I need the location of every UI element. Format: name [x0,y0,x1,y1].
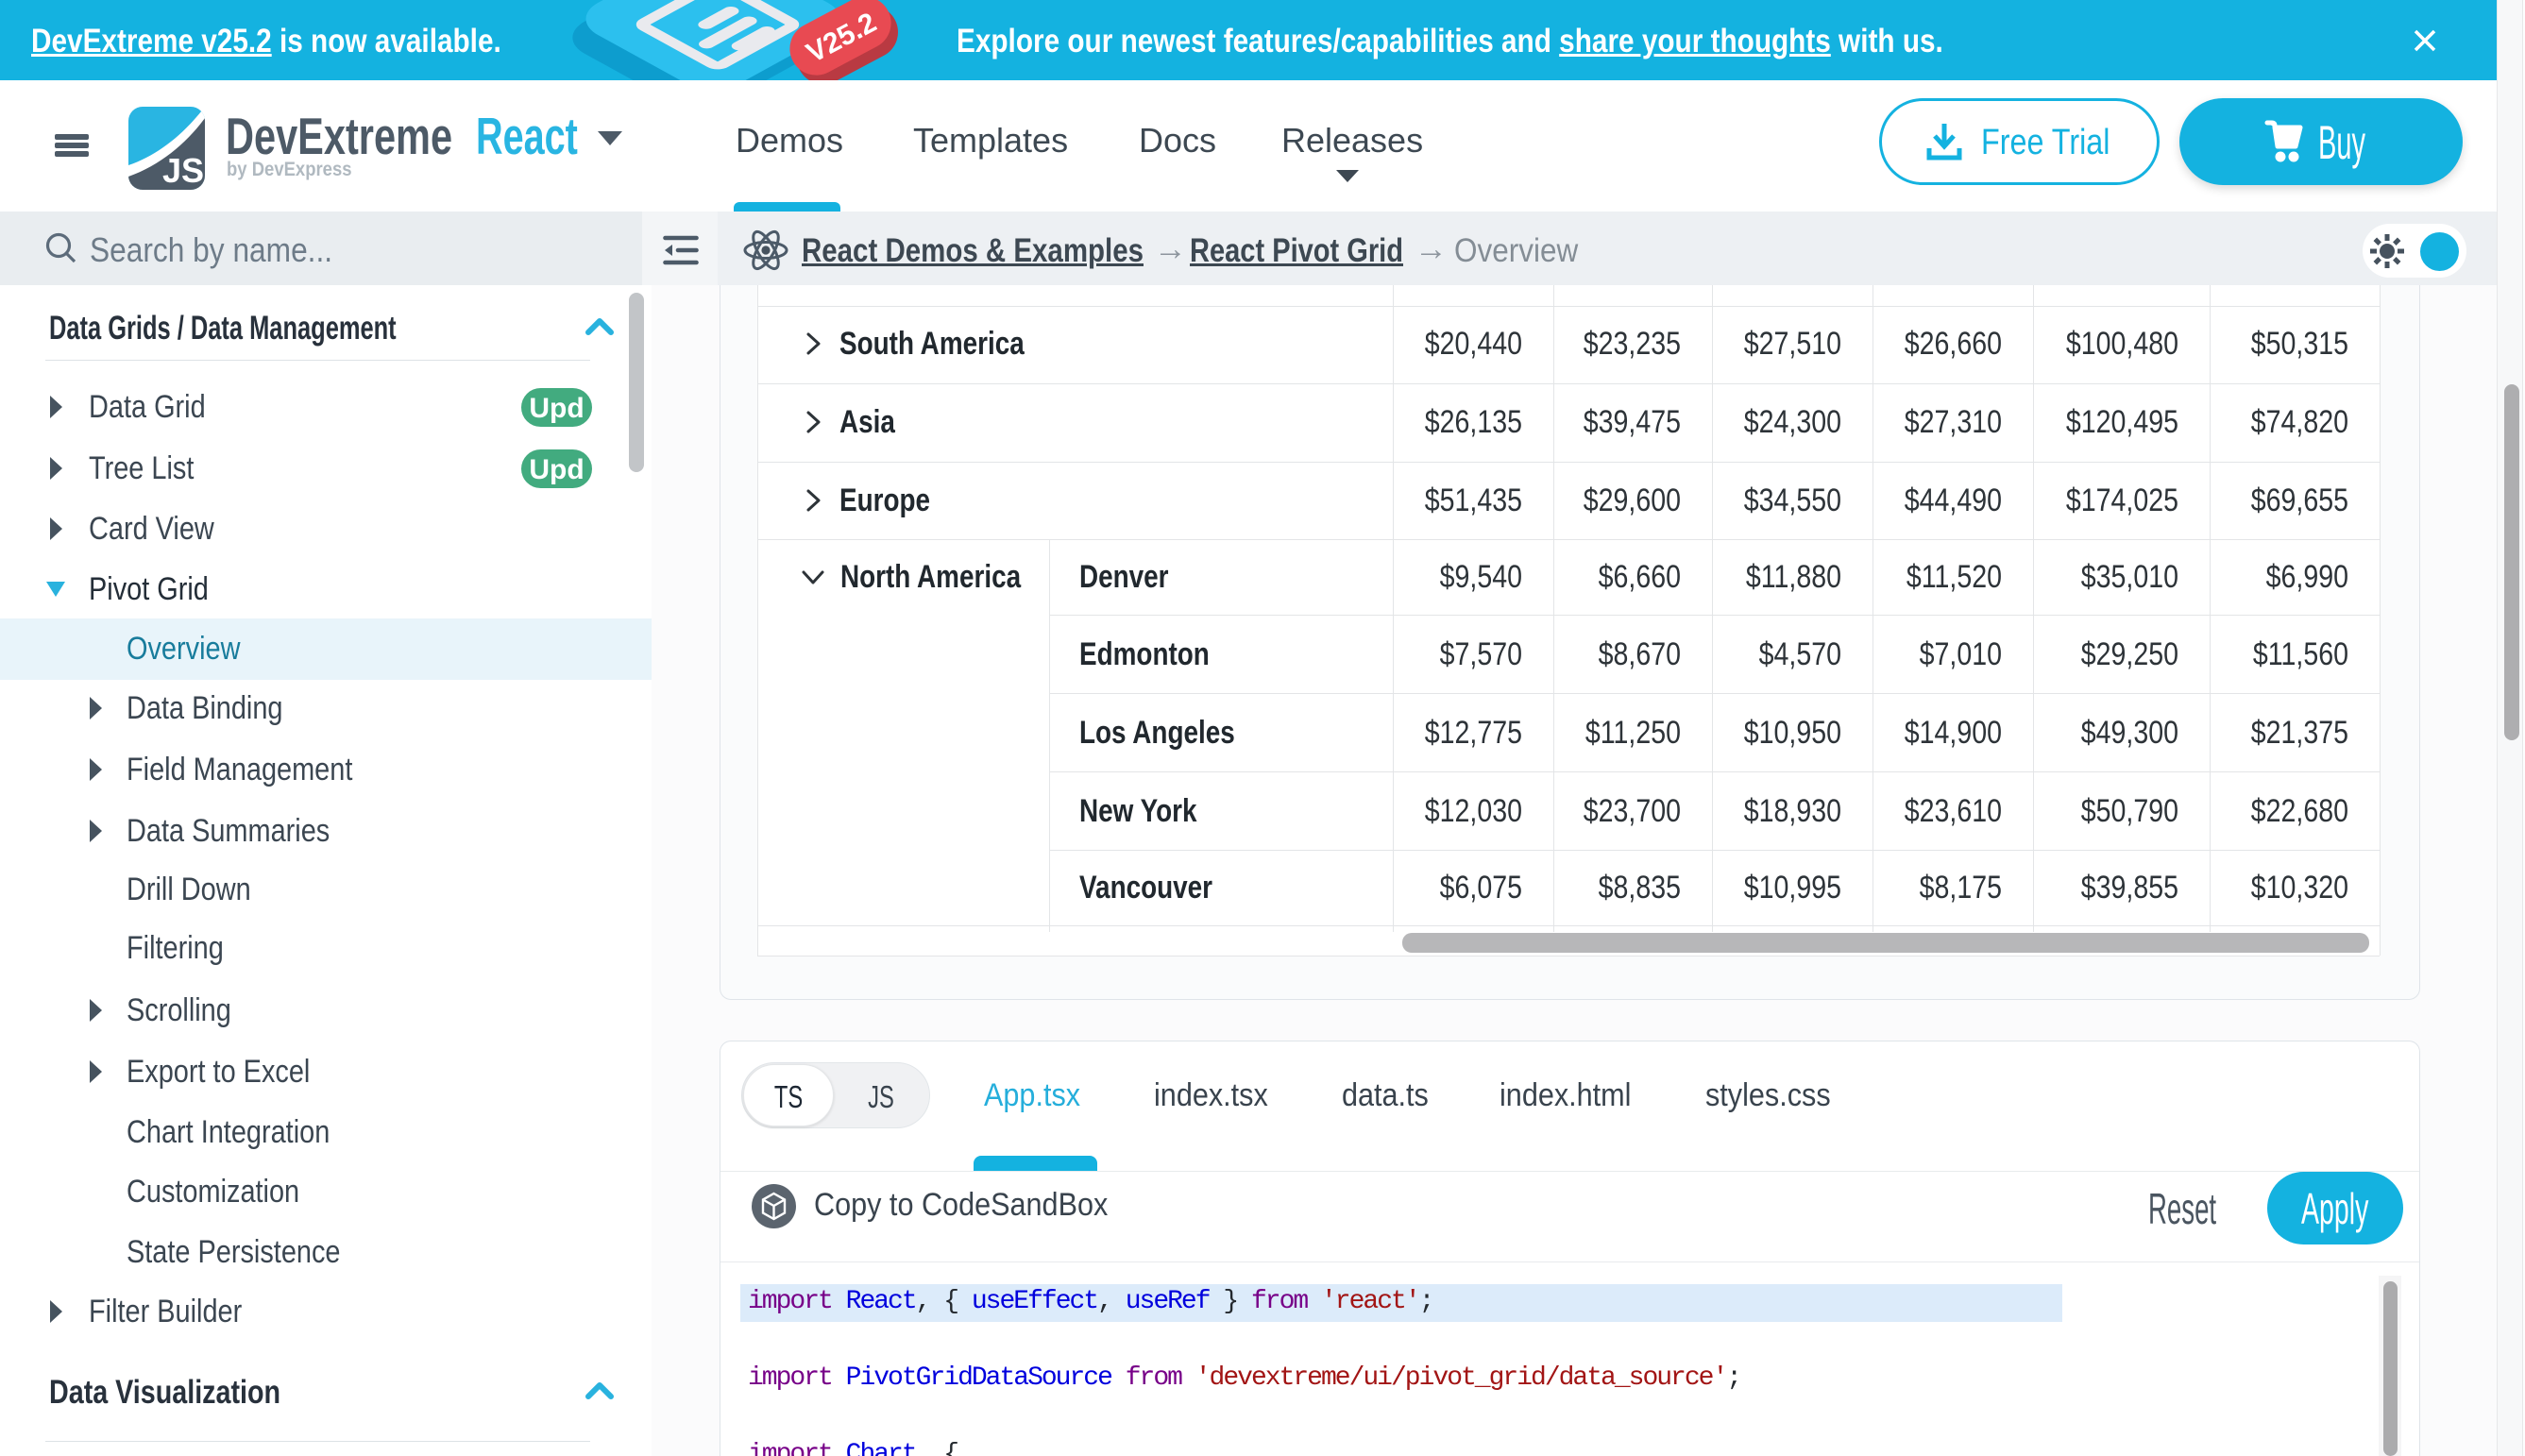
svg-text:JS: JS [162,151,204,190]
